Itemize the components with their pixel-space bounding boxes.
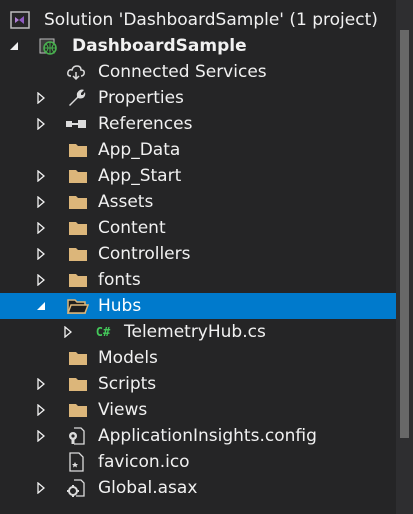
tree-item-label: App_Data bbox=[98, 140, 181, 160]
tree-item-favicon-ico[interactable]: favicon.ico bbox=[0, 449, 396, 475]
visual-studio-solution-icon bbox=[9, 7, 31, 33]
project-label: DashboardSample bbox=[72, 36, 247, 56]
tree-item-label: Models bbox=[98, 348, 158, 368]
tree-item-label: Controllers bbox=[98, 244, 191, 264]
wrench-icon bbox=[65, 85, 87, 111]
folder-icon bbox=[67, 189, 89, 215]
expand-arrow-icon[interactable] bbox=[34, 267, 48, 293]
csharp-file-icon: C# bbox=[95, 325, 111, 339]
solution-label: Solution 'DashboardSample' (1 project) bbox=[44, 10, 378, 30]
expand-arrow-icon[interactable] bbox=[34, 371, 48, 397]
tree-item-hubs[interactable]: Hubs bbox=[0, 293, 396, 319]
tree-item-connected-services[interactable]: Connected Services bbox=[0, 59, 396, 85]
expand-arrow-icon[interactable] bbox=[34, 111, 48, 137]
tree-item-global-asax[interactable]: Global.asax bbox=[0, 475, 396, 501]
tree-item-views[interactable]: Views bbox=[0, 397, 396, 423]
expand-arrow-icon[interactable] bbox=[34, 215, 48, 241]
global-asax-icon bbox=[65, 475, 87, 501]
tree-item-controllers[interactable]: Controllers bbox=[0, 241, 396, 267]
solution-explorer-tree: Solution 'DashboardSample' (1 project) D… bbox=[0, 7, 396, 501]
tree-item-label: Connected Services bbox=[98, 62, 267, 82]
tree-item-label: ApplicationInsights.config bbox=[98, 426, 317, 446]
expand-arrow-icon[interactable] bbox=[61, 319, 75, 345]
tree-item-references[interactable]: References bbox=[0, 111, 396, 137]
expand-arrow-icon[interactable] bbox=[34, 475, 48, 501]
collapse-arrow-icon[interactable] bbox=[7, 33, 21, 59]
solution-node[interactable]: Solution 'DashboardSample' (1 project) bbox=[0, 7, 396, 33]
expand-arrow-icon[interactable] bbox=[34, 163, 48, 189]
folder-icon bbox=[67, 215, 89, 241]
tree-item-app-start[interactable]: App_Start bbox=[0, 163, 396, 189]
tree-item-content[interactable]: Content bbox=[0, 215, 396, 241]
config-file-icon bbox=[65, 423, 87, 449]
expand-arrow-icon[interactable] bbox=[34, 85, 48, 111]
tree-item-applicationinsights-config[interactable]: ApplicationInsights.config bbox=[0, 423, 396, 449]
expand-arrow-icon[interactable] bbox=[34, 423, 48, 449]
ico-file-icon bbox=[65, 449, 87, 475]
tree-item-assets[interactable]: Assets bbox=[0, 189, 396, 215]
tree-item-app-data[interactable]: App_Data bbox=[0, 137, 396, 163]
tree-item-label: favicon.ico bbox=[98, 452, 190, 472]
expand-arrow-icon[interactable] bbox=[34, 397, 48, 423]
tree-item-scripts[interactable]: Scripts bbox=[0, 371, 396, 397]
expand-arrow-icon[interactable] bbox=[34, 241, 48, 267]
tree-item-models[interactable]: Models bbox=[0, 345, 396, 371]
expand-arrow-icon[interactable] bbox=[34, 189, 48, 215]
cloud-icon bbox=[65, 59, 87, 85]
tree-item-label: Hubs bbox=[98, 296, 142, 316]
folder-icon bbox=[67, 397, 89, 423]
vertical-scrollbar[interactable] bbox=[396, 0, 413, 514]
folder-icon bbox=[67, 241, 89, 267]
folder-icon bbox=[67, 345, 89, 371]
tree-item-label: Global.asax bbox=[98, 478, 198, 498]
tree-item-label: Content bbox=[98, 218, 166, 238]
tree-item-label: TelemetryHub.cs bbox=[124, 322, 266, 342]
tree-item-label: Views bbox=[98, 400, 148, 420]
folder-icon bbox=[67, 163, 89, 189]
tree-item-label: Assets bbox=[98, 192, 154, 212]
project-node[interactable]: DashboardSample bbox=[0, 33, 396, 59]
tree-item-label: Properties bbox=[98, 88, 184, 108]
tree-item-properties[interactable]: Properties bbox=[0, 85, 396, 111]
open-folder-icon bbox=[67, 293, 89, 319]
tree-item-label: Scripts bbox=[98, 374, 157, 394]
folder-icon bbox=[67, 371, 89, 397]
scrollbar-thumb[interactable] bbox=[400, 30, 409, 438]
references-icon bbox=[65, 111, 87, 137]
tree-item-label: App_Start bbox=[98, 166, 182, 186]
folder-icon bbox=[67, 137, 89, 163]
tree-item-label: fonts bbox=[98, 270, 141, 290]
folder-icon bbox=[67, 267, 89, 293]
tree-item-telemetryhub-cs[interactable]: C# TelemetryHub.cs bbox=[0, 319, 396, 345]
collapse-arrow-icon[interactable] bbox=[34, 293, 48, 319]
web-project-globe-icon bbox=[37, 33, 59, 59]
tree-item-fonts[interactable]: fonts bbox=[0, 267, 396, 293]
tree-item-label: References bbox=[98, 114, 193, 134]
